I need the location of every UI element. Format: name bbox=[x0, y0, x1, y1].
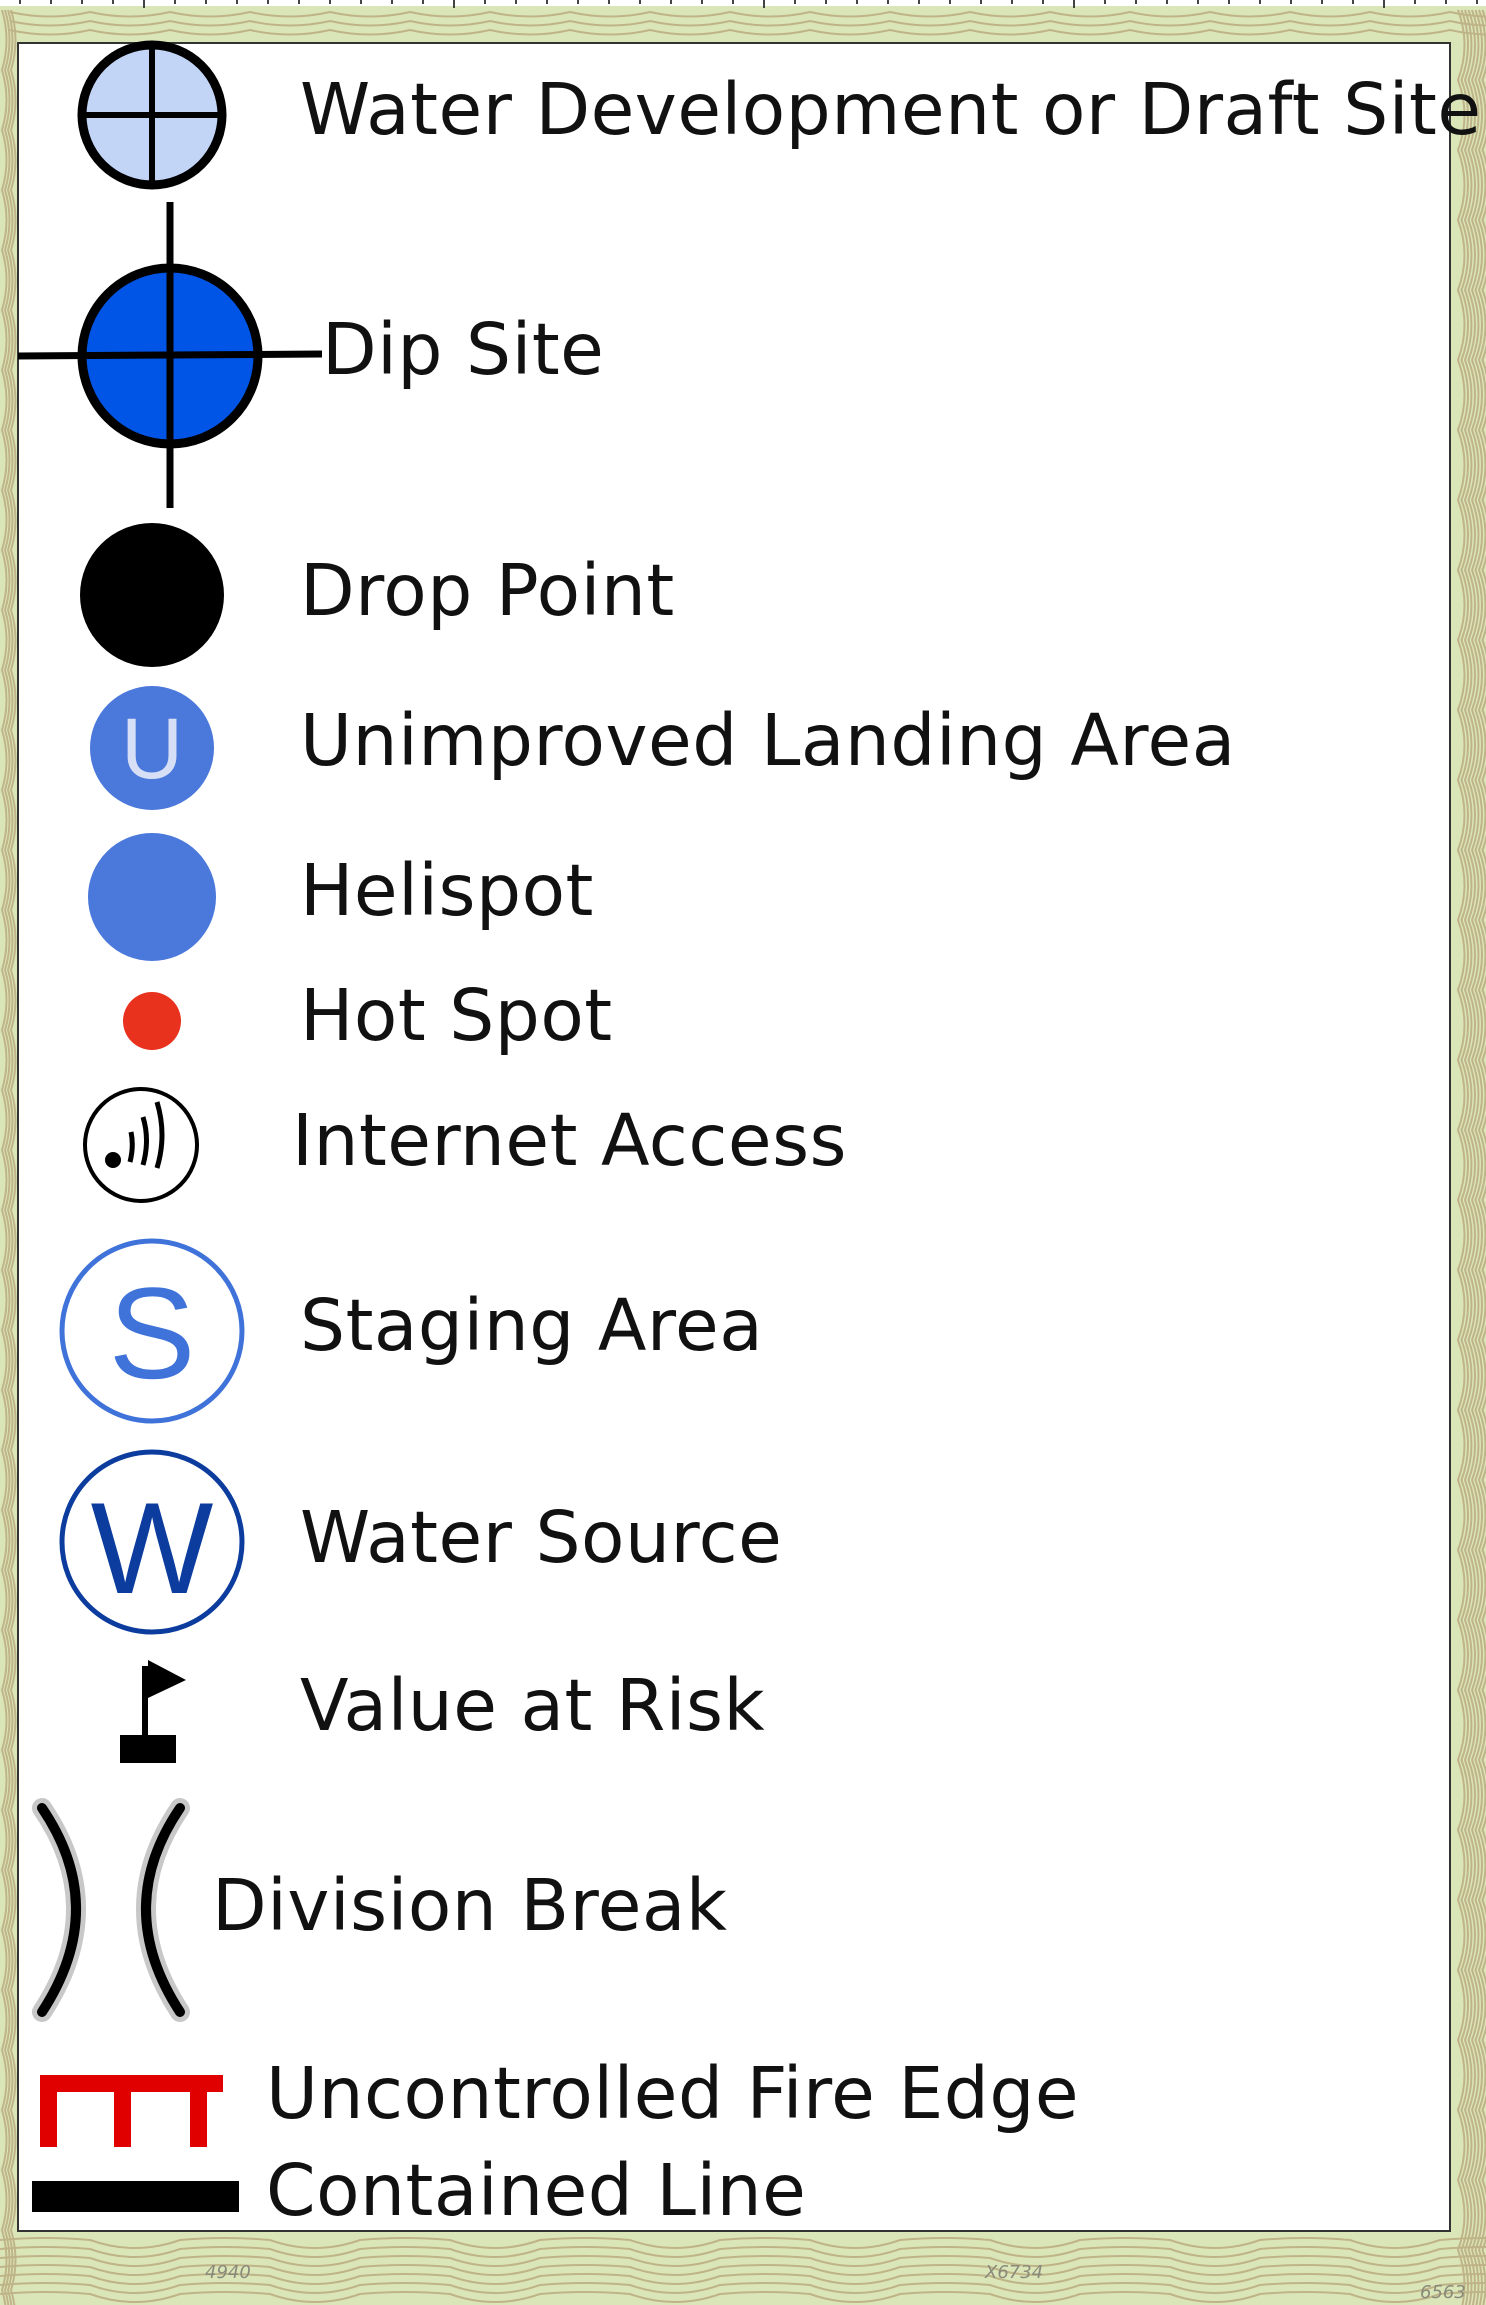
legend-label-unimproved-landing: Unimproved Landing Area bbox=[300, 699, 1236, 782]
legend-label-water-source: Water Source bbox=[300, 1496, 783, 1579]
legend-label-division-break: Division Break bbox=[212, 1864, 728, 1947]
s-circle-icon: S bbox=[59, 1238, 245, 1424]
legend-label-dip-site: Dip Site bbox=[322, 308, 605, 391]
w-circle-icon: W bbox=[59, 1449, 245, 1635]
division-break-icon bbox=[32, 1798, 190, 2022]
svg-text:W: W bbox=[91, 1475, 214, 1621]
svg-text:U: U bbox=[121, 701, 183, 797]
legend-label-value-at-risk: Value at Risk bbox=[300, 1664, 766, 1747]
red-dot-icon bbox=[123, 992, 181, 1050]
crosshair-circle-blue-icon bbox=[17, 202, 323, 508]
black-dot-icon bbox=[80, 523, 224, 667]
legend-label-uncontrolled-fire-edge: Uncontrolled Fire Edge bbox=[266, 2052, 1080, 2135]
legend-label-hot-spot: Hot Spot bbox=[300, 974, 613, 1057]
legend-label-internet-access: Internet Access bbox=[292, 1099, 848, 1182]
legend-label-staging-area: Staging Area bbox=[300, 1284, 764, 1367]
flag-icon bbox=[120, 1660, 186, 1763]
fire-edge-line-icon bbox=[40, 2075, 223, 2147]
contained-line-icon bbox=[32, 2181, 239, 2212]
wireless-signal-icon bbox=[83, 1087, 199, 1203]
u-circle-icon: U bbox=[90, 686, 214, 810]
svg-text:S: S bbox=[109, 1260, 196, 1406]
blue-dot-icon bbox=[88, 833, 216, 961]
legend-label-helispot: Helispot bbox=[300, 849, 594, 932]
legend-label-contained-line: Contained Line bbox=[266, 2149, 807, 2232]
crosshair-circle-light-blue-icon bbox=[77, 40, 227, 190]
legend-label-drop-point: Drop Point bbox=[300, 549, 675, 632]
legend-label-water-development: Water Development or Draft Site bbox=[300, 68, 1482, 151]
